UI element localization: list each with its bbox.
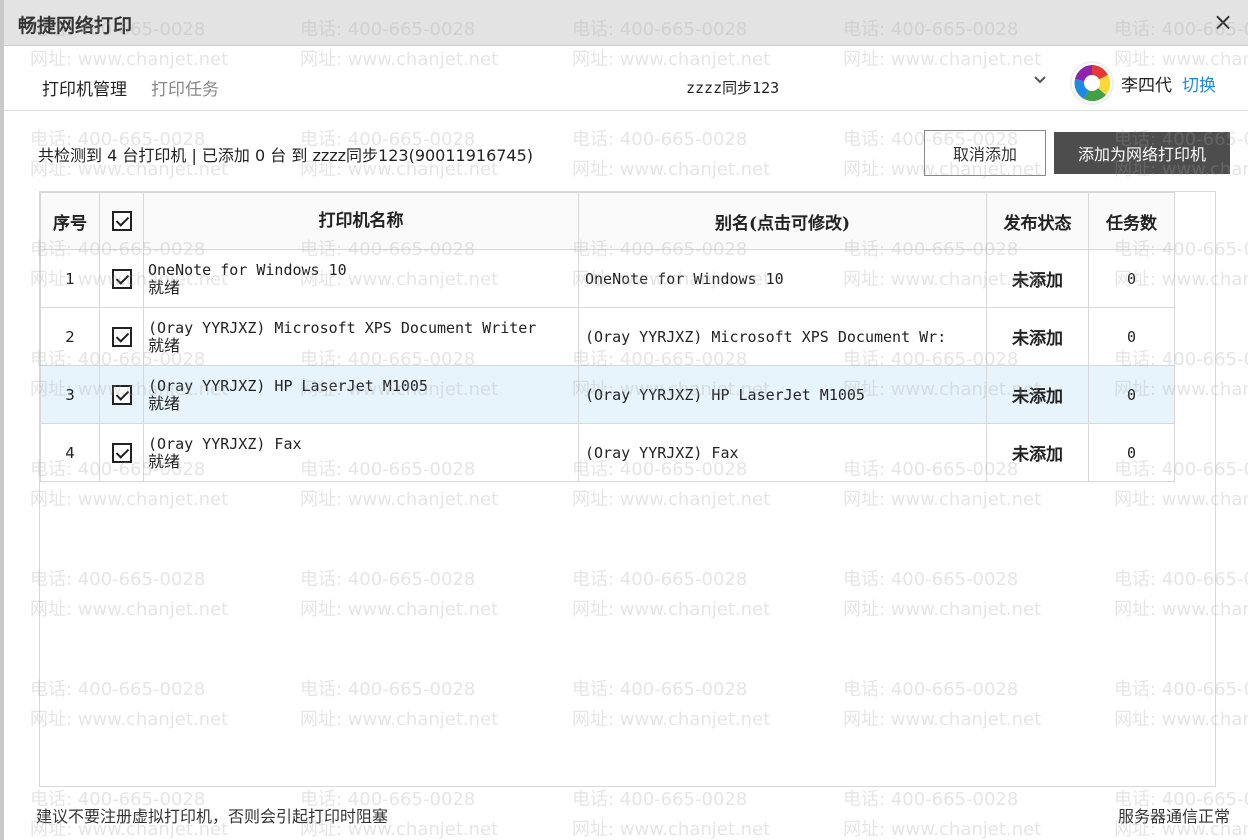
switch-account-link[interactable]: 切换 (1182, 71, 1216, 96)
add-network-printer-button[interactable]: 添加为网络打印机 (1054, 132, 1230, 174)
printer-state: 就绪 (148, 393, 181, 413)
task-count: 0 (1088, 249, 1175, 308)
watermark-text: 电话: 400-665-0028网址: www.chanjet.net (572, 789, 771, 840)
publish-status: 未添加 (986, 365, 1089, 424)
printer-alias[interactable]: OneNote for Windows 10 (578, 249, 987, 308)
watermark-text: 电话: 400-665-0028网址: www.chanjet.net (843, 789, 1042, 840)
task-count: 0 (1088, 423, 1175, 482)
header-tasks: 任务数 (1088, 192, 1175, 250)
printer-alias[interactable]: (Oray YYRJXZ) HP LaserJet M1005 (578, 365, 987, 424)
table-row[interactable]: 1 OneNote for Windows 10 就绪 OneNote for … (40, 249, 1175, 308)
printer-state: 就绪 (148, 451, 181, 471)
cancel-add-button[interactable]: 取消添加 (924, 130, 1046, 176)
row-index: 1 (40, 249, 100, 308)
publish-status: 未添加 (986, 249, 1089, 308)
tab-print-jobs[interactable]: 打印任务 (151, 75, 219, 100)
printer-name-cell: OneNote for Windows 10 就绪 (143, 249, 579, 308)
nav-bar: 打印机管理 打印任务 zzzz同步123 李四代 切换 (4, 47, 1248, 111)
header-status: 发布状态 (986, 192, 1089, 250)
footer-hint: 建议不要注册虚拟打印机，否则会引起打印时阻塞 (36, 807, 389, 826)
printer-name-cell: (Oray YYRJXZ) Microsoft XPS Document Wri… (143, 307, 579, 366)
printer-alias[interactable]: (Oray YYRJXZ) Microsoft XPS Document Wr: (578, 307, 987, 366)
select-all-checkbox[interactable] (111, 211, 132, 232)
printer-name: OneNote for Windows 10 (148, 260, 347, 279)
row-checkbox[interactable] (111, 384, 132, 405)
avatar[interactable] (1070, 61, 1114, 105)
server-status: 服务器通信正常 (1117, 807, 1230, 826)
table-row[interactable]: 2 (Oray YYRJXZ) Microsoft XPS Document W… (40, 307, 1175, 366)
row-select[interactable] (99, 249, 144, 308)
user-name: 李四代 (1121, 76, 1172, 96)
table-row[interactable]: 4 (Oray YYRJXZ) Fax 就绪 (Oray YYRJXZ) Fax… (40, 423, 1175, 482)
table-row[interactable]: 3 (Oray YYRJXZ) HP LaserJet M1005 就绪 (Or… (40, 365, 1175, 424)
chevron-down-icon[interactable] (1030, 71, 1050, 91)
window-left-edge (0, 0, 4, 840)
account-name: zzzz同步123 (686, 79, 780, 97)
row-select[interactable] (99, 365, 144, 424)
printer-name: (Oray YYRJXZ) HP LaserJet M1005 (148, 376, 428, 395)
task-count: 0 (1088, 307, 1175, 366)
printer-state: 就绪 (148, 335, 181, 355)
row-index: 2 (40, 307, 100, 366)
close-icon[interactable]: × (1210, 8, 1236, 36)
printer-table: 序号 打印机名称 别名(点击可修改) 发布状态 任务数 1 OneNote fo… (40, 192, 1175, 482)
row-checkbox[interactable] (111, 268, 132, 289)
printer-name-cell: (Oray YYRJXZ) HP LaserJet M1005 就绪 (143, 365, 579, 424)
printer-name: (Oray YYRJXZ) Fax (148, 434, 302, 453)
row-index: 4 (40, 423, 100, 482)
app-title: 畅捷网络打印 (18, 15, 133, 37)
printer-alias[interactable]: (Oray YYRJXZ) Fax (578, 423, 987, 482)
tab-printer-management[interactable]: 打印机管理 (42, 75, 127, 100)
printer-state: 就绪 (148, 277, 181, 297)
row-checkbox[interactable] (111, 326, 132, 347)
watermark-text: 电话: 400-665-0028网址: www.chanjet.net (572, 129, 771, 180)
header-select-all[interactable] (99, 192, 144, 250)
header-alias: 别名(点击可修改) (578, 192, 987, 250)
table-header-row: 序号 打印机名称 别名(点击可修改) 发布状态 任务数 (40, 192, 1175, 250)
header-index: 序号 (40, 192, 100, 250)
detection-summary: 共检测到 4 台打印机 | 已添加 0 台 到 zzzz同步123(900119… (38, 146, 534, 165)
title-bar: 畅捷网络打印 × (4, 0, 1248, 46)
publish-status: 未添加 (986, 423, 1089, 482)
row-index: 3 (40, 365, 100, 424)
task-count: 0 (1088, 365, 1175, 424)
row-select[interactable] (99, 423, 144, 482)
header-printer-name: 打印机名称 (143, 192, 579, 250)
publish-status: 未添加 (986, 307, 1089, 366)
row-select[interactable] (99, 307, 144, 366)
printer-name-cell: (Oray YYRJXZ) Fax 就绪 (143, 423, 579, 482)
printer-name: (Oray YYRJXZ) Microsoft XPS Document Wri… (148, 318, 537, 337)
row-checkbox[interactable] (111, 442, 132, 463)
